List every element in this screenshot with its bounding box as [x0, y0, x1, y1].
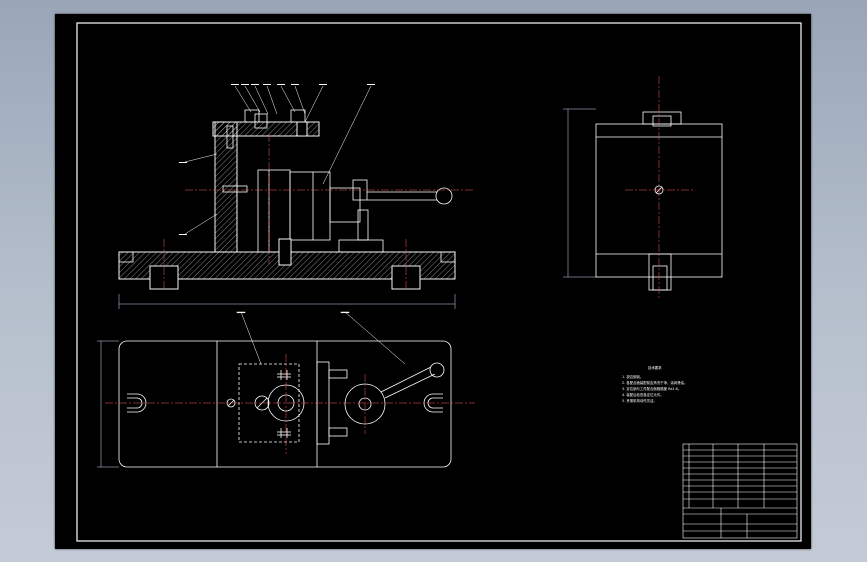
handle-knob [435, 187, 453, 205]
top-dimension [97, 340, 119, 468]
tech-req-line: 4. 装配后检查各定位元件。 [622, 392, 664, 397]
tech-req-line: 3. 定位销与工件配合面粗糙度 Ra1.6。 [622, 386, 681, 391]
balloon-leaders [184, 85, 372, 235]
tech-req-line: 1. 锐边倒钝。 [622, 374, 643, 379]
title-block [682, 443, 798, 539]
balloon-marks [179, 84, 375, 235]
tech-req-line: 5. 夹紧机构动作灵活。 [622, 398, 657, 403]
side-pin [648, 253, 672, 291]
side-centerlines [625, 76, 695, 299]
top-view [118, 340, 452, 468]
top-centerlines [105, 354, 475, 454]
tech-req-line: 2. 各配合面装配前应清洗干净，涂润滑油。 [622, 380, 687, 385]
drawing-frame [76, 22, 802, 542]
tech-req-title: 技术要求 [648, 365, 662, 370]
support-column [214, 121, 238, 253]
side-dimension [563, 108, 596, 278]
technical-requirements: 技术要求 1. 锐边倒钝。 2. 各配合面装配前应清洗干净，涂润滑油。 3. 定… [622, 365, 687, 403]
top-leaders [236, 311, 406, 365]
front-section-view [118, 109, 456, 290]
top-base [118, 340, 452, 468]
front-dimension [118, 294, 456, 309]
top-handle-knob [429, 362, 445, 378]
clamp-base [338, 239, 384, 253]
cad-drawing: 技术要求 1. 锐边倒钝。 2. 各配合面装配前应清洗干净，涂润滑油。 3. 定… [76, 22, 802, 542]
